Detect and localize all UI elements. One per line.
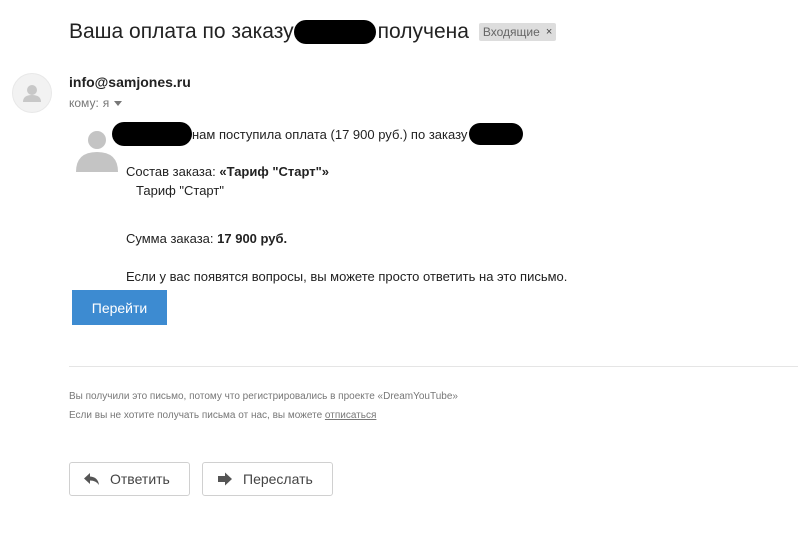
footer-reason: Вы получили это письмо, потому что регис… bbox=[69, 391, 458, 402]
person-icon bbox=[23, 85, 41, 102]
redacted-order-number bbox=[293, 20, 376, 44]
reply-button[interactable]: Ответить bbox=[69, 462, 190, 496]
sender-email[interactable]: info@samjones.ru bbox=[69, 74, 191, 90]
order-sum: Сумма заказа: 17 900 руб. bbox=[126, 231, 287, 246]
payment-text: нам поступила оплата (17 900 руб.) по за… bbox=[192, 126, 468, 142]
order-item: Тариф "Старт" bbox=[136, 183, 224, 198]
order-composition: Состав заказа: «Тариф "Старт"» bbox=[126, 164, 329, 179]
footer-unsubscribe-prefix: Если вы не хотите получать письма от нас… bbox=[69, 410, 323, 421]
payment-line: нам поступила оплата (17 900 руб.) по за… bbox=[112, 122, 524, 146]
questions-text: Если у вас появятся вопросы, вы можете п… bbox=[126, 269, 568, 284]
reply-arrow-icon bbox=[84, 473, 99, 485]
unsubscribe-link[interactable]: отписаться bbox=[325, 410, 376, 421]
forward-arrow-icon bbox=[218, 472, 232, 486]
redacted-name bbox=[112, 122, 192, 146]
sender-avatar[interactable] bbox=[12, 73, 52, 113]
email-subject-start: Ваша оплата по заказу bbox=[69, 20, 294, 43]
to-value: я bbox=[102, 96, 110, 110]
to-prefix: кому: bbox=[69, 96, 99, 110]
forward-label: Переслать bbox=[243, 471, 313, 487]
inbox-label[interactable]: Входящие × bbox=[478, 23, 557, 41]
inbox-label-text: Входящие bbox=[482, 25, 540, 39]
go-button[interactable]: Перейти bbox=[72, 290, 167, 325]
forward-button[interactable]: Переслать bbox=[202, 462, 333, 496]
details-chevron-down-icon[interactable] bbox=[114, 100, 123, 106]
remove-label-icon[interactable]: × bbox=[546, 26, 552, 38]
email-subject-end: получена bbox=[377, 20, 469, 43]
order-label: Состав заказа: bbox=[126, 164, 216, 179]
redacted-order-id bbox=[469, 123, 524, 145]
footer-unsubscribe-line: Если вы не хотите получать письма от нас… bbox=[69, 410, 376, 421]
sum-value: 17 900 руб. bbox=[217, 231, 288, 246]
subject-row: Ваша оплата по заказу получена Входящие … bbox=[69, 17, 557, 47]
reply-label: Ответить bbox=[110, 471, 170, 487]
order-value: «Тариф "Старт"» bbox=[219, 164, 330, 179]
recipient-row[interactable]: кому: я bbox=[69, 96, 123, 110]
divider bbox=[69, 366, 798, 367]
sum-label: Сумма заказа: bbox=[126, 231, 214, 246]
